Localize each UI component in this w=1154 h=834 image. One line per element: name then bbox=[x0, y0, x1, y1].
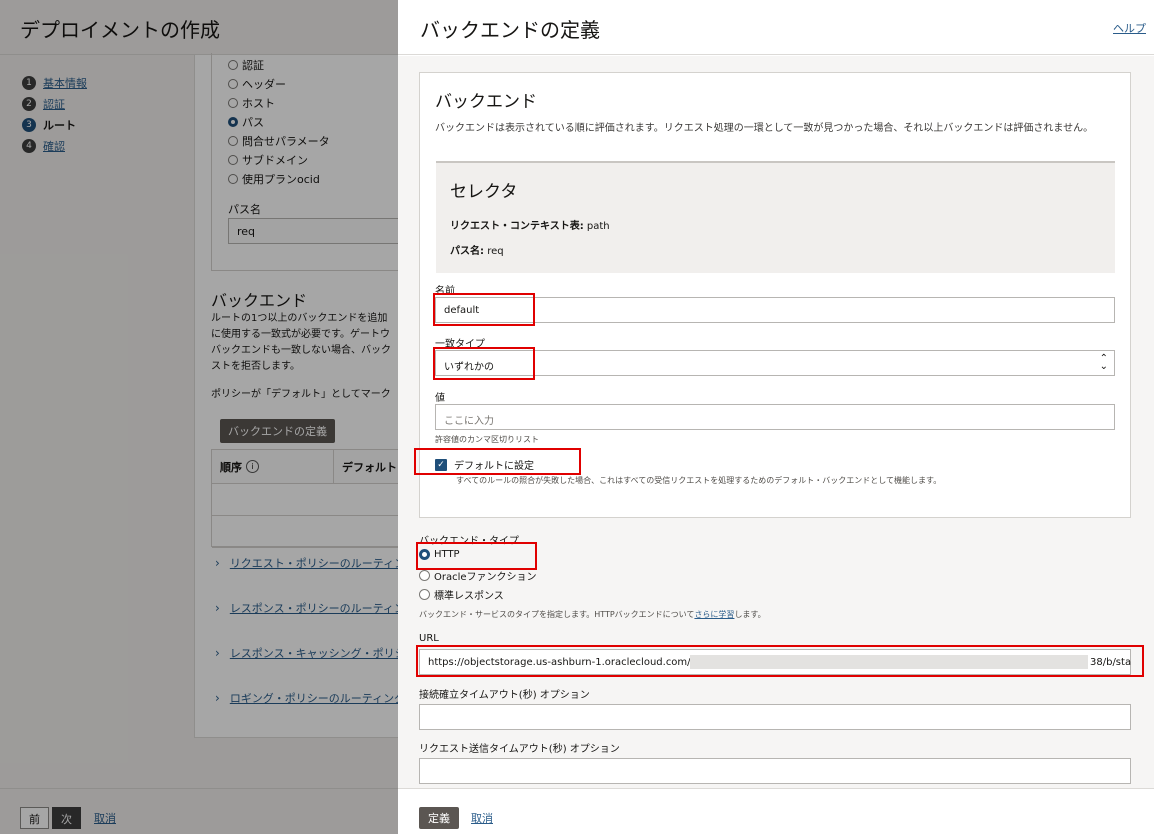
path-label: パス名: bbox=[450, 246, 484, 257]
value-input[interactable]: ここに入力 bbox=[435, 404, 1115, 430]
learn-more-link[interactable]: さらに学習 bbox=[694, 610, 734, 619]
radio-icon bbox=[419, 570, 430, 581]
modal-overlay[interactable] bbox=[0, 0, 398, 834]
value-label: 値 bbox=[435, 393, 445, 404]
radio-oracle-function[interactable]: Oracleファンクション bbox=[419, 568, 537, 583]
define-backend-drawer: バックエンドの定義 ヘルプ バックエンド バックエンドは表示されている順に評価さ… bbox=[398, 0, 1154, 834]
match-type-select[interactable]: いずれかの ⌃ ⌄ bbox=[435, 350, 1115, 376]
drawer-body: バックエンド バックエンドは表示されている順に評価されます。リクエスト処理の一環… bbox=[398, 56, 1154, 788]
define-button[interactable]: 定義 bbox=[419, 807, 459, 829]
backend-description: バックエンドは表示されている順に評価されます。リクエスト処理の一環として一致が見… bbox=[435, 123, 1094, 134]
path-value: req bbox=[487, 246, 504, 257]
radio-stock-response[interactable]: 標準レスポンス bbox=[419, 587, 504, 602]
backend-title: バックエンド bbox=[435, 92, 537, 112]
highlight-default bbox=[414, 448, 581, 475]
default-hint: すべてのルールの照合が失敗した場合、これはすべての受信リクエストを処理するための… bbox=[456, 476, 942, 485]
drawer-title: バックエンドの定義 bbox=[420, 18, 600, 42]
connect-timeout-input[interactable] bbox=[419, 704, 1131, 730]
radio-label: Oracleファンクション bbox=[434, 572, 537, 583]
radio-label: 標準レスポンス bbox=[434, 591, 504, 602]
drawer-header: バックエンドの定義 ヘルプ bbox=[398, 0, 1154, 55]
context-value: path bbox=[586, 221, 610, 232]
drawer-footer: 定義 取消 bbox=[398, 788, 1154, 834]
backend-type-hint: バックエンド・サービスのタイプを指定します。HTTPバックエンドについてさらに学… bbox=[419, 610, 766, 619]
send-timeout-label: リクエスト送信タイムアウト(秒) オプション bbox=[419, 744, 620, 755]
name-input[interactable]: default bbox=[435, 297, 1115, 323]
value-hint: 許容値のカンマ区切りリスト bbox=[435, 435, 539, 444]
select-updown-icon: ⌃ ⌄ bbox=[1099, 353, 1108, 372]
drawer-cancel-link[interactable]: 取消 bbox=[471, 810, 493, 826]
url-label: URL bbox=[419, 633, 439, 644]
help-link[interactable]: ヘルプ bbox=[1113, 20, 1146, 36]
highlight-name bbox=[433, 293, 535, 326]
selector-path-row: パス名: req bbox=[450, 242, 504, 257]
context-label: リクエスト・コンテキスト表: bbox=[450, 221, 584, 232]
selector-context-row: リクエスト・コンテキスト表: path bbox=[450, 217, 610, 232]
connect-timeout-label: 接続確立タイムアウト(秒) オプション bbox=[419, 690, 590, 701]
send-timeout-input[interactable] bbox=[419, 758, 1131, 784]
highlight-match-type bbox=[433, 347, 535, 380]
highlight-url bbox=[416, 645, 1144, 677]
selector-panel: セレクタ リクエスト・コンテキスト表: path パス名: req bbox=[436, 161, 1115, 273]
highlight-http bbox=[416, 542, 537, 570]
selector-title: セレクタ bbox=[450, 182, 518, 202]
radio-icon bbox=[419, 589, 430, 600]
